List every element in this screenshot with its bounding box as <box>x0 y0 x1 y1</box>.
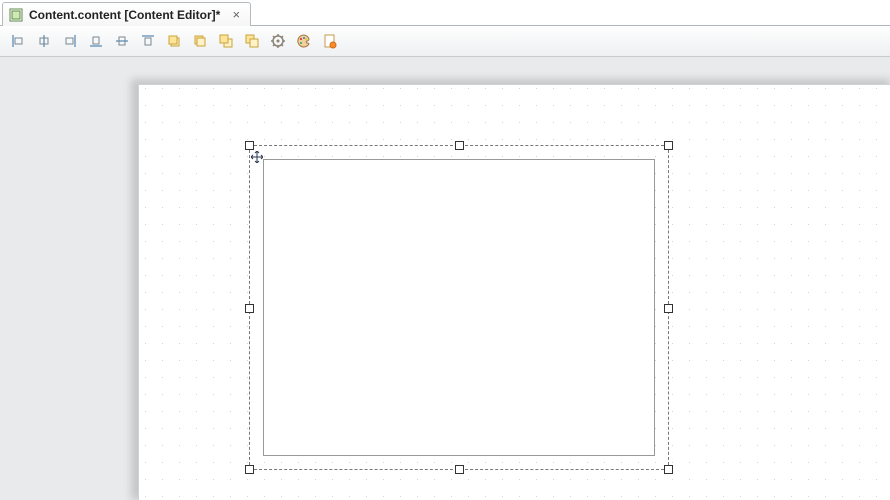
document-icon <box>9 8 23 22</box>
resize-handle-s[interactable] <box>455 465 464 474</box>
vertical-ruler <box>0 57 25 500</box>
resize-handle-se[interactable] <box>664 465 673 474</box>
bring-to-front-button[interactable] <box>216 31 236 51</box>
selection-bounds[interactable] <box>249 145 669 470</box>
selected-panel[interactable] <box>263 159 655 456</box>
resize-handle-ne[interactable] <box>664 141 673 150</box>
align-h-center-button[interactable] <box>34 31 54 51</box>
page-style-button[interactable] <box>320 31 340 51</box>
resize-handle-w[interactable] <box>245 304 254 313</box>
resize-handle-e[interactable] <box>664 304 673 313</box>
resize-handle-sw[interactable] <box>245 465 254 474</box>
resize-handle-nw[interactable] <box>245 141 254 150</box>
tab-content-editor[interactable]: Content.content [Content Editor]* × <box>2 2 251 26</box>
work-area <box>0 57 890 500</box>
bring-forward-button[interactable] <box>164 31 184 51</box>
align-top-button[interactable] <box>138 31 158 51</box>
align-v-center-button[interactable] <box>112 31 132 51</box>
color-palette-button[interactable] <box>294 31 314 51</box>
close-icon[interactable]: × <box>230 9 242 21</box>
tab-title: Content.content [Content Editor]* <box>29 8 220 22</box>
tab-bar: Content.content [Content Editor]* × <box>0 0 890 26</box>
toolbar <box>0 26 890 57</box>
resize-handle-n[interactable] <box>455 141 464 150</box>
send-to-back-button[interactable] <box>242 31 262 51</box>
send-backward-button[interactable] <box>190 31 210 51</box>
editor-root: Content.content [Content Editor]* × <box>0 0 890 500</box>
move-icon[interactable] <box>251 151 263 163</box>
align-bottom-button[interactable] <box>86 31 106 51</box>
align-left-button[interactable] <box>8 31 28 51</box>
editor-page[interactable] <box>138 84 890 500</box>
align-right-button[interactable] <box>60 31 80 51</box>
canvas-area[interactable] <box>25 57 890 500</box>
settings-button[interactable] <box>268 31 288 51</box>
